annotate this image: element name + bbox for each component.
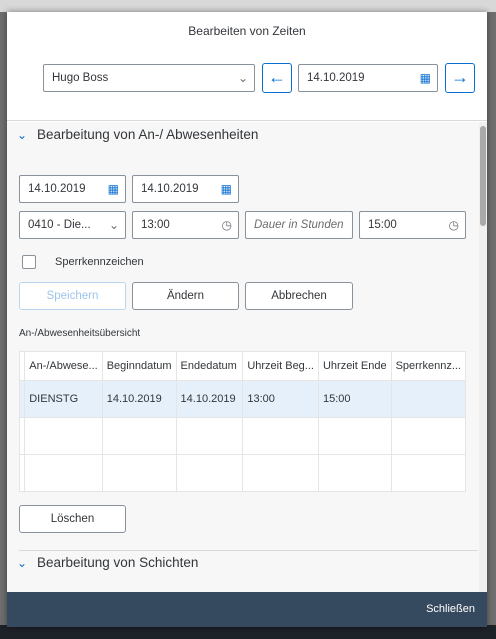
table-cell: [101, 417, 177, 455]
table-cell: 14.10.2019: [101, 380, 177, 418]
absence-type-select[interactable]: 0410 - Die... ⌄: [19, 211, 126, 239]
background-app-strip: [0, 0, 496, 12]
time-from-picker[interactable]: 13:00 ◷: [132, 211, 239, 239]
lock-label: Sperrkennzeichen: [55, 256, 144, 268]
table-cell: [317, 417, 392, 455]
date-to-value: 14.10.2019: [141, 183, 199, 195]
table-cell: [317, 454, 392, 492]
dialog-subheader: Hugo Boss ⌄ ← 14.10.2019 ▦ →: [7, 50, 487, 121]
table-row-empty: [18, 417, 467, 455]
time-from-value: 13:00: [141, 219, 170, 231]
next-day-button[interactable]: →: [445, 63, 475, 93]
column-header[interactable]: Endedatum: [175, 351, 244, 381]
dialog-footer: Schließen: [7, 592, 487, 627]
table-cell: [24, 417, 103, 455]
chevron-down-icon: ⌄: [108, 218, 119, 232]
table-cell: [175, 417, 244, 455]
table-cell: [390, 380, 467, 418]
save-button[interactable]: Speichern: [19, 282, 126, 310]
date-picker[interactable]: 14.10.2019 ▦: [298, 64, 438, 92]
arrow-right-icon: →: [451, 67, 469, 87]
table-row-empty: [18, 454, 467, 492]
duration-placeholder: Dauer in Stunden: [254, 219, 344, 231]
table-cell: [390, 417, 467, 455]
absence-type-value: 0410 - Die...: [28, 219, 91, 231]
time-to-picker[interactable]: 15:00 ◷: [359, 211, 466, 239]
table-row[interactable]: DIENSTG 14.10.2019 14.10.2019 13:00 15:0…: [18, 380, 467, 418]
column-header[interactable]: An-/Abwese...: [24, 351, 103, 381]
change-button[interactable]: Ändern: [132, 282, 239, 310]
table-cell: [390, 454, 467, 492]
table-cell: [175, 454, 244, 492]
absence-overview-table: An-/Abwese... Beginndatum Endedatum Uhrz…: [18, 351, 467, 492]
column-header[interactable]: Sperrkennz...: [390, 351, 467, 381]
lock-checkbox[interactable]: [22, 255, 36, 269]
table-cell: [242, 417, 319, 455]
table-cell: [101, 454, 177, 492]
background-app-bottom: [0, 625, 496, 639]
time-to-value: 15:00: [368, 219, 397, 231]
absence-date-from[interactable]: 14.10.2019 ▦: [19, 175, 126, 203]
date-value: 14.10.2019: [307, 72, 365, 84]
shift-section-title: Bearbeitung von Schichten: [37, 555, 199, 570]
table-header-row: An-/Abwese... Beginndatum Endedatum Uhrz…: [18, 351, 467, 381]
chevron-down-icon: ⌄: [17, 128, 28, 142]
table-cell: 13:00: [242, 380, 319, 418]
table-cell: [242, 454, 319, 492]
duration-input[interactable]: Dauer in Stunden: [245, 211, 353, 239]
calendar-icon[interactable]: ▦: [221, 176, 232, 202]
table-cell: 15:00: [317, 380, 392, 418]
previous-day-button[interactable]: ←: [262, 63, 292, 93]
absence-section-title: Bearbeitung von An-/ Abwesenheiten: [37, 127, 259, 142]
employee-value: Hugo Boss: [52, 72, 109, 84]
content-scrollbar[interactable]: [479, 122, 487, 592]
calendar-icon[interactable]: ▦: [420, 65, 431, 91]
absence-date-to[interactable]: 14.10.2019 ▦: [132, 175, 239, 203]
table-cell: 14.10.2019: [175, 380, 244, 418]
close-button[interactable]: Schließen: [426, 592, 475, 627]
arrow-left-icon: ←: [268, 67, 286, 87]
chevron-down-icon: ⌄: [17, 556, 28, 570]
shift-section-header[interactable]: ⌄ Bearbeitung von Schichten: [17, 551, 472, 575]
clock-icon[interactable]: ◷: [449, 212, 459, 238]
dialog-content: ⌄ Bearbeitung von An-/ Abwesenheiten 14.1…: [7, 122, 487, 592]
table-cell: [24, 454, 103, 492]
dialog-title: Bearbeiten von Zeiten: [7, 12, 487, 51]
table-cell: DIENSTG: [24, 380, 103, 418]
date-from-value: 14.10.2019: [28, 183, 86, 195]
column-header[interactable]: Uhrzeit Ende: [317, 351, 392, 381]
column-header[interactable]: Uhrzeit Beg...: [242, 351, 319, 381]
calendar-icon[interactable]: ▦: [108, 176, 119, 202]
overview-label: An-/Abwesenheitsübersicht: [19, 328, 141, 339]
cancel-button[interactable]: Abbrechen: [245, 282, 353, 310]
edit-times-dialog: Bearbeiten von Zeiten Hugo Boss ⌄ ← 14.1…: [7, 12, 487, 627]
chevron-down-icon: ⌄: [237, 71, 248, 85]
clock-icon[interactable]: ◷: [222, 212, 232, 238]
absence-section-header[interactable]: ⌄ Bearbeitung von An-/ Abwesenheiten: [17, 123, 472, 147]
employee-select[interactable]: Hugo Boss ⌄: [43, 64, 255, 92]
delete-button[interactable]: Löschen: [19, 505, 126, 533]
column-header[interactable]: Beginndatum: [101, 351, 177, 381]
scrollbar-thumb[interactable]: [480, 126, 486, 226]
